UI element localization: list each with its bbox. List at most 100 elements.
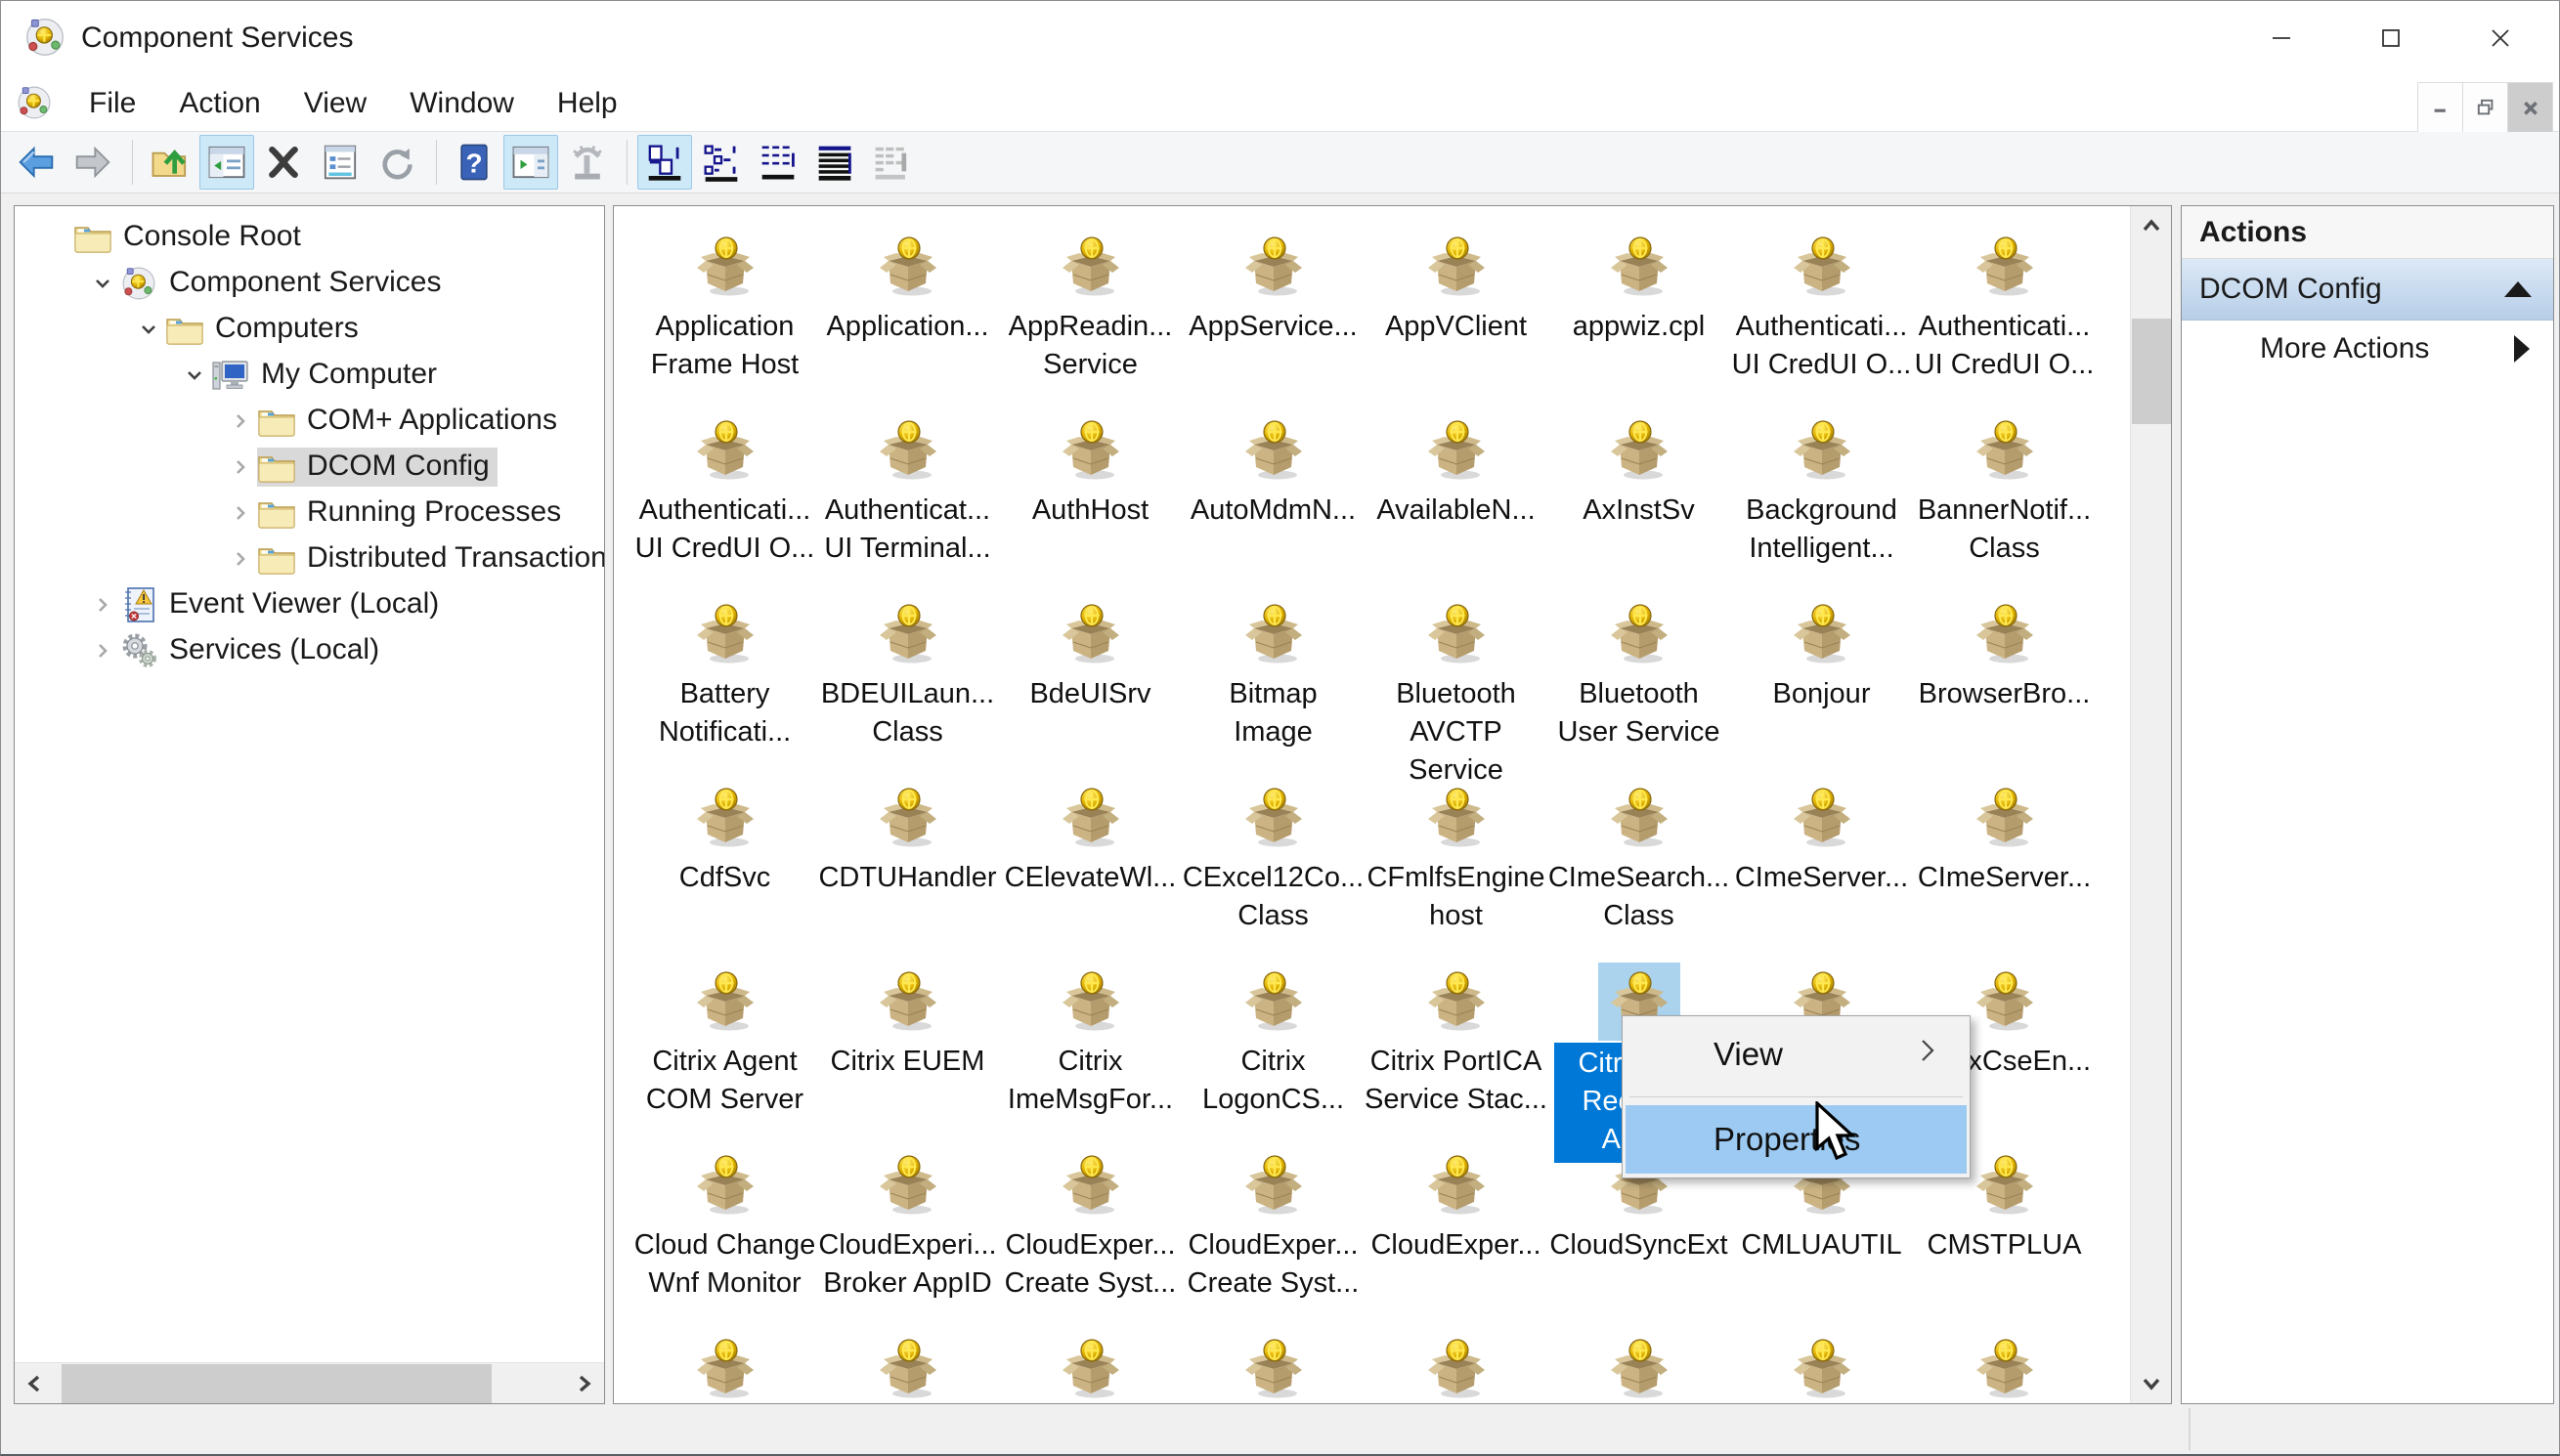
dcom-app-item[interactable]: [1547, 1324, 1730, 1403]
show-console-tree-button[interactable]: [199, 135, 254, 190]
dcom-app-item[interactable]: CFmlfsEngine host: [1365, 773, 1547, 957]
tree-horizontal-scrollbar[interactable]: [15, 1362, 604, 1403]
dcom-app-item[interactable]: Battery Notificati...: [633, 589, 816, 773]
dcom-app-item[interactable]: CdfSvc: [633, 773, 816, 957]
dcom-app-item[interactable]: Background Intelligent...: [1730, 406, 1913, 589]
dcom-app-item[interactable]: [1730, 1324, 1913, 1403]
maximize-button[interactable]: [2336, 1, 2446, 74]
configure-button[interactable]: [560, 135, 615, 190]
dcom-app-item[interactable]: AppReadin... Service: [999, 222, 1182, 406]
up-one-level-button[interactable]: [143, 135, 197, 190]
back-button[interactable]: [9, 135, 64, 190]
dcom-app-item[interactable]: [1913, 1324, 2096, 1403]
tree-item-event-viewer-local-[interactable]: Event Viewer (Local): [15, 581, 604, 627]
dcom-app-item[interactable]: Bonjour: [1730, 589, 1913, 773]
dcom-app-item[interactable]: [1365, 1324, 1547, 1403]
context-menu-view[interactable]: View: [1626, 1020, 1967, 1089]
dcom-app-item[interactable]: Citrix ImeMsgFor...: [999, 957, 1182, 1140]
dcom-app-item[interactable]: CDTUHandler: [816, 773, 999, 957]
help-button[interactable]: ?: [447, 135, 501, 190]
dcom-app-item[interactable]: AuthHost: [999, 406, 1182, 589]
dcom-app-item[interactable]: [633, 1324, 816, 1403]
more-actions-item[interactable]: More Actions: [2182, 321, 2553, 377]
tree-item-services-local-[interactable]: Services (Local): [15, 627, 604, 673]
dcom-app-item[interactable]: [1182, 1324, 1365, 1403]
scroll-left-arrow[interactable]: [15, 1363, 56, 1403]
dcom-app-item[interactable]: BrowserBro...: [1913, 589, 2096, 773]
tree-item-distributed-transaction-coo[interactable]: Distributed Transaction Coo: [15, 535, 604, 581]
dcom-app-item[interactable]: CloudExper... Create Syst...: [1182, 1140, 1365, 1324]
context-menu-properties[interactable]: Properties: [1626, 1105, 1967, 1174]
chevron-down-icon[interactable]: [178, 359, 211, 392]
dcom-app-item[interactable]: CExcel12Co... Class: [1182, 773, 1365, 957]
dcom-app-item[interactable]: Authenticat... UI Terminal...: [816, 406, 999, 589]
chevron-down-icon[interactable]: [132, 313, 165, 346]
minimize-button[interactable]: [2227, 1, 2336, 74]
scroll-up-arrow[interactable]: [2131, 206, 2171, 247]
forward-button[interactable]: [65, 135, 120, 190]
show-action-pane-button[interactable]: [503, 135, 558, 190]
scroll-right-arrow[interactable]: [563, 1363, 604, 1403]
status-view-button[interactable]: [864, 135, 919, 190]
dcom-app-item[interactable]: Citrix Agent COM Server: [633, 957, 816, 1140]
scroll-down-arrow[interactable]: [2131, 1362, 2171, 1403]
dcom-app-item[interactable]: BDEUILaun... Class: [816, 589, 999, 773]
child-restore-button[interactable]: [2462, 82, 2508, 133]
chevron-right-icon[interactable]: [224, 542, 257, 576]
chevron-right-icon[interactable]: [86, 634, 119, 667]
dcom-app-item[interactable]: BannerNotif... Class: [1913, 406, 2096, 589]
dcom-app-item[interactable]: AvailableN...: [1365, 406, 1547, 589]
large-icons-view-button[interactable]: [637, 135, 692, 190]
tree-item-computers[interactable]: Computers: [15, 306, 604, 352]
chevron-up-icon[interactable]: [2504, 281, 2532, 297]
menu-help[interactable]: Help: [536, 74, 639, 132]
tree-item-console-root[interactable]: Console Root: [15, 214, 604, 260]
close-button[interactable]: [2446, 1, 2555, 74]
tree-item-running-processes[interactable]: Running Processes: [15, 490, 604, 535]
dcom-app-item[interactable]: [816, 1324, 999, 1403]
delete-button[interactable]: [256, 135, 311, 190]
menu-window[interactable]: Window: [388, 74, 536, 132]
dcom-app-item[interactable]: Authenticati... UI CredUI O...: [1913, 222, 2096, 406]
dcom-app-item[interactable]: Citrix LogonCS...: [1182, 957, 1365, 1140]
tree-item-component-services[interactable]: Component Services: [15, 260, 604, 306]
dcom-app-item[interactable]: Authenticati... UI CredUI O...: [633, 406, 816, 589]
menu-file[interactable]: File: [67, 74, 157, 132]
grid-vertical-scrollbar[interactable]: [2130, 206, 2171, 1403]
dcom-app-item[interactable]: Application Frame Host: [633, 222, 816, 406]
dcom-app-item[interactable]: CImeSearch... Class: [1547, 773, 1730, 957]
child-close-button[interactable]: [2507, 82, 2553, 133]
dcom-app-item[interactable]: BdeUISrv: [999, 589, 1182, 773]
dcom-app-item[interactable]: Bluetooth User Service: [1547, 589, 1730, 773]
actions-section-dcom-config[interactable]: DCOM Config: [2182, 259, 2553, 321]
dcom-app-item[interactable]: CElevateWl...: [999, 773, 1182, 957]
dcom-app-item[interactable]: AutoMdmN...: [1182, 406, 1365, 589]
dcom-app-item[interactable]: Bitmap Image: [1182, 589, 1365, 773]
scrollbar-thumb[interactable]: [2132, 319, 2171, 424]
scrollbar-thumb[interactable]: [62, 1364, 492, 1403]
dcom-app-item[interactable]: Cloud Change Wnf Monitor: [633, 1140, 816, 1324]
dcom-app-item[interactable]: Bluetooth AVCTP Service: [1365, 589, 1547, 786]
tree-item-com-applications[interactable]: COM+ Applications: [15, 398, 604, 444]
menu-action[interactable]: Action: [157, 74, 282, 132]
dcom-app-item[interactable]: CImeServer...: [1730, 773, 1913, 957]
child-minimize-button[interactable]: [2417, 82, 2463, 133]
chevron-right-icon[interactable]: [224, 496, 257, 530]
dcom-app-item[interactable]: Application...: [816, 222, 999, 406]
small-icons-view-button[interactable]: [694, 135, 749, 190]
dcom-app-item[interactable]: appwiz.cpl: [1547, 222, 1730, 406]
properties-button[interactable]: [313, 135, 368, 190]
dcom-app-item[interactable]: Citrix PortICA Service Stac...: [1365, 957, 1547, 1140]
dcom-app-item[interactable]: [999, 1324, 1182, 1403]
refresh-button[interactable]: [369, 135, 424, 190]
tree-item-my-computer[interactable]: My Computer: [15, 352, 604, 398]
dcom-app-item[interactable]: CloudExperi... Broker AppID: [816, 1140, 999, 1324]
dcom-app-item[interactable]: CloudExper...: [1365, 1140, 1547, 1324]
dcom-app-item[interactable]: Authenticati... UI CredUI O...: [1730, 222, 1913, 406]
dcom-app-item[interactable]: AppVClient: [1365, 222, 1547, 406]
dcom-app-item[interactable]: Citrix EUEM: [816, 957, 999, 1140]
details-view-button[interactable]: [807, 135, 862, 190]
dcom-app-item[interactable]: CImeServer...: [1913, 773, 2096, 957]
chevron-right-icon[interactable]: [224, 405, 257, 438]
chevron-right-icon[interactable]: [224, 450, 257, 484]
